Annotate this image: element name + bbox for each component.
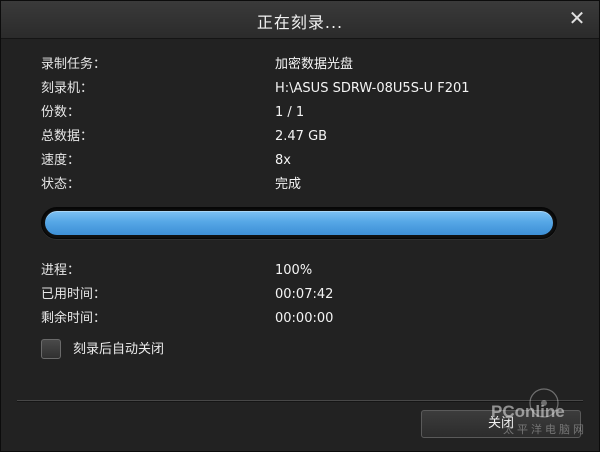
copies-label: 份数： bbox=[41, 105, 81, 120]
info-row-speed: 速度： 8x bbox=[41, 151, 561, 171]
footer-divider bbox=[17, 400, 583, 402]
task-value: 加密数据光盘 bbox=[275, 57, 354, 72]
stat-row-elapsed: 已用时间： 00:07:42 bbox=[41, 285, 561, 305]
progress-value: 100% bbox=[275, 263, 313, 278]
total-data-label: 总数据： bbox=[41, 129, 94, 144]
total-data-value: 2.47 GB bbox=[275, 129, 328, 144]
speed-label: 速度： bbox=[41, 153, 81, 168]
info-row-copies: 份数： 1 / 1 bbox=[41, 103, 561, 123]
progress-bar bbox=[41, 207, 557, 239]
title-bar: 正在刻录... ✕ bbox=[1, 1, 599, 39]
stat-row-progress: 进程： 100% bbox=[41, 261, 561, 281]
elapsed-time-value: 00:07:42 bbox=[275, 287, 334, 302]
info-row-burner: 刻录机： H:\ASUS SDRW-08U5S-U F201 bbox=[41, 79, 561, 99]
progress-label: 进程： bbox=[41, 263, 81, 278]
info-row-task: 录制任务： 加密数据光盘 bbox=[41, 55, 561, 75]
task-label: 录制任务： bbox=[41, 57, 107, 72]
auto-close-label: 刻录后自动关闭 bbox=[73, 342, 165, 357]
auto-close-checkbox[interactable] bbox=[41, 339, 61, 359]
stat-row-remaining: 剩余时间： 00:00:00 bbox=[41, 309, 561, 329]
speed-value: 8x bbox=[275, 153, 291, 168]
progress-bar-fill bbox=[45, 211, 553, 235]
close-button[interactable]: 关闭 bbox=[421, 410, 581, 438]
burner-label: 刻录机： bbox=[41, 81, 94, 96]
info-row-total-data: 总数据： 2.47 GB bbox=[41, 127, 561, 147]
status-label: 状态： bbox=[41, 177, 81, 192]
burning-dialog: 正在刻录... ✕ 录制任务： 加密数据光盘 刻录机： H:\ASUS SDRW… bbox=[0, 0, 600, 452]
dialog-title: 正在刻录... bbox=[256, 13, 344, 32]
burner-value: H:\ASUS SDRW-08U5S-U F201 bbox=[275, 81, 470, 96]
close-icon[interactable]: ✕ bbox=[565, 6, 589, 30]
elapsed-time-label: 已用时间： bbox=[41, 287, 107, 302]
remaining-time-value: 00:00:00 bbox=[275, 311, 334, 326]
remaining-time-label: 剩余时间： bbox=[41, 311, 107, 326]
status-value: 完成 bbox=[275, 177, 302, 192]
info-row-status: 状态： 完成 bbox=[41, 175, 561, 195]
copies-value: 1 / 1 bbox=[275, 105, 305, 120]
